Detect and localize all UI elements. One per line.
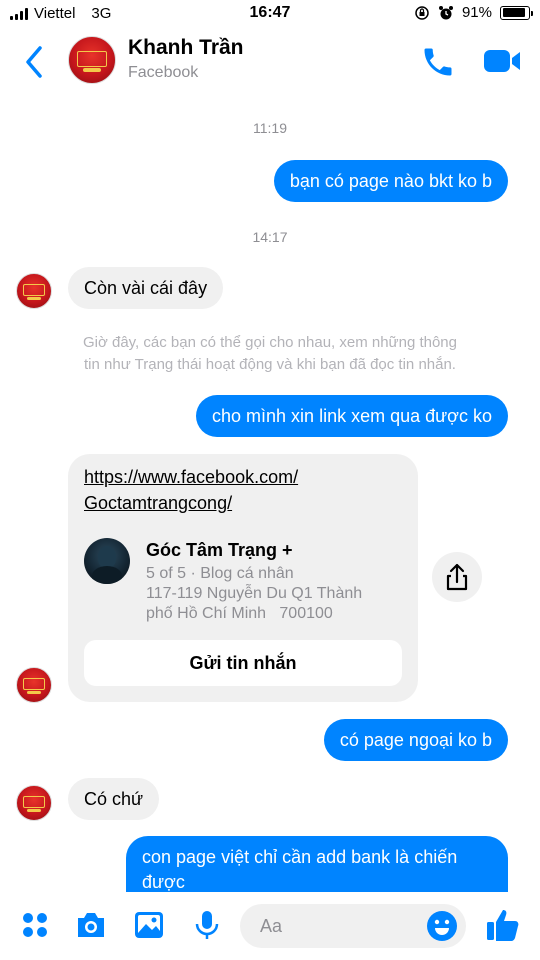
image-icon[interactable] <box>132 908 166 942</box>
page-meta: 5 of 5 · Blog cá nhân 117-119 Nguyễn Du … <box>146 564 406 624</box>
message-line: con page việt chỉ cần add bank là chiến <box>142 847 458 867</box>
link-preview-card[interactable]: https://www.facebook.com/ Goctamtrangcon… <box>68 454 418 702</box>
chevron-left-icon[interactable] <box>20 42 50 82</box>
contact-subtitle: Facebook <box>128 64 199 81</box>
link-url-line[interactable]: Goctamtrangcong/ <box>84 490 298 516</box>
conversation-header: Khanh Trần Facebook <box>0 28 540 98</box>
message-input[interactable]: Aa <box>240 904 466 948</box>
alarm-icon <box>438 5 453 19</box>
page-meta-line: phố Hồ Chí Minh 700100 <box>146 605 333 622</box>
message-outgoing[interactable]: bạn có page nào bkt ko b <box>273 160 508 202</box>
notice-line: Giờ đây, các bạn có thể gọi cho nhau, xe… <box>82 334 457 351</box>
message-outgoing[interactable]: cho mình xin link xem qua được ko <box>196 395 508 437</box>
phone-icon[interactable] <box>420 44 456 80</box>
camera-icon[interactable] <box>74 908 108 942</box>
message-composer: Aa <box>0 892 540 960</box>
system-notice: Giờ đây, các bạn có thể gọi cho nhau, xe… <box>30 332 510 376</box>
share-icon <box>446 563 468 591</box>
message-line: được <box>142 872 185 892</box>
share-button[interactable] <box>432 552 482 602</box>
contact-name[interactable]: Khanh Trần <box>128 36 244 60</box>
message-outgoing[interactable]: có page ngoại ko b <box>323 719 508 761</box>
message-incoming[interactable]: Có chứ <box>68 778 160 820</box>
sender-avatar[interactable] <box>16 785 52 821</box>
page-meta-line: 5 of 5 · Blog cá nhân <box>146 565 294 582</box>
timestamp: 11:19 <box>253 120 287 136</box>
status-right: 91% <box>414 4 533 21</box>
message-incoming[interactable]: Còn vài cái đây <box>68 267 224 309</box>
thumbs-up-icon[interactable] <box>484 906 522 944</box>
notice-line: tin như Trạng thái hoạt động và khi bạn … <box>84 356 456 373</box>
timestamp: 14:17 <box>252 229 288 245</box>
battery-icon <box>500 5 533 20</box>
status-bar: Viettel 3G 16:47 91% <box>0 0 540 28</box>
battery-fill <box>502 8 526 17</box>
more-dots-icon[interactable] <box>18 908 52 942</box>
emoji-icon[interactable] <box>426 910 458 942</box>
message-input-placeholder: Aa <box>260 916 283 936</box>
page-meta-line: 117-119 Nguyễn Du Q1 Thành <box>146 585 363 602</box>
send-message-button[interactable]: Gửi tin nhắn <box>84 640 402 686</box>
contact-avatar[interactable] <box>68 36 116 84</box>
link-url-line[interactable]: https://www.facebook.com/ <box>84 464 298 490</box>
sender-avatar[interactable] <box>16 273 52 309</box>
orientation-lock-icon <box>415 5 429 20</box>
page-name[interactable]: Góc Tâm Trạng + <box>146 540 293 561</box>
video-camera-icon[interactable] <box>482 46 522 76</box>
page-avatar[interactable] <box>84 538 130 584</box>
link-url[interactable]: https://www.facebook.com/ Goctamtrangcon… <box>84 464 298 516</box>
battery-percent: 91% <box>461 4 492 21</box>
microphone-icon[interactable] <box>190 908 224 942</box>
sender-avatar[interactable] <box>16 667 52 703</box>
